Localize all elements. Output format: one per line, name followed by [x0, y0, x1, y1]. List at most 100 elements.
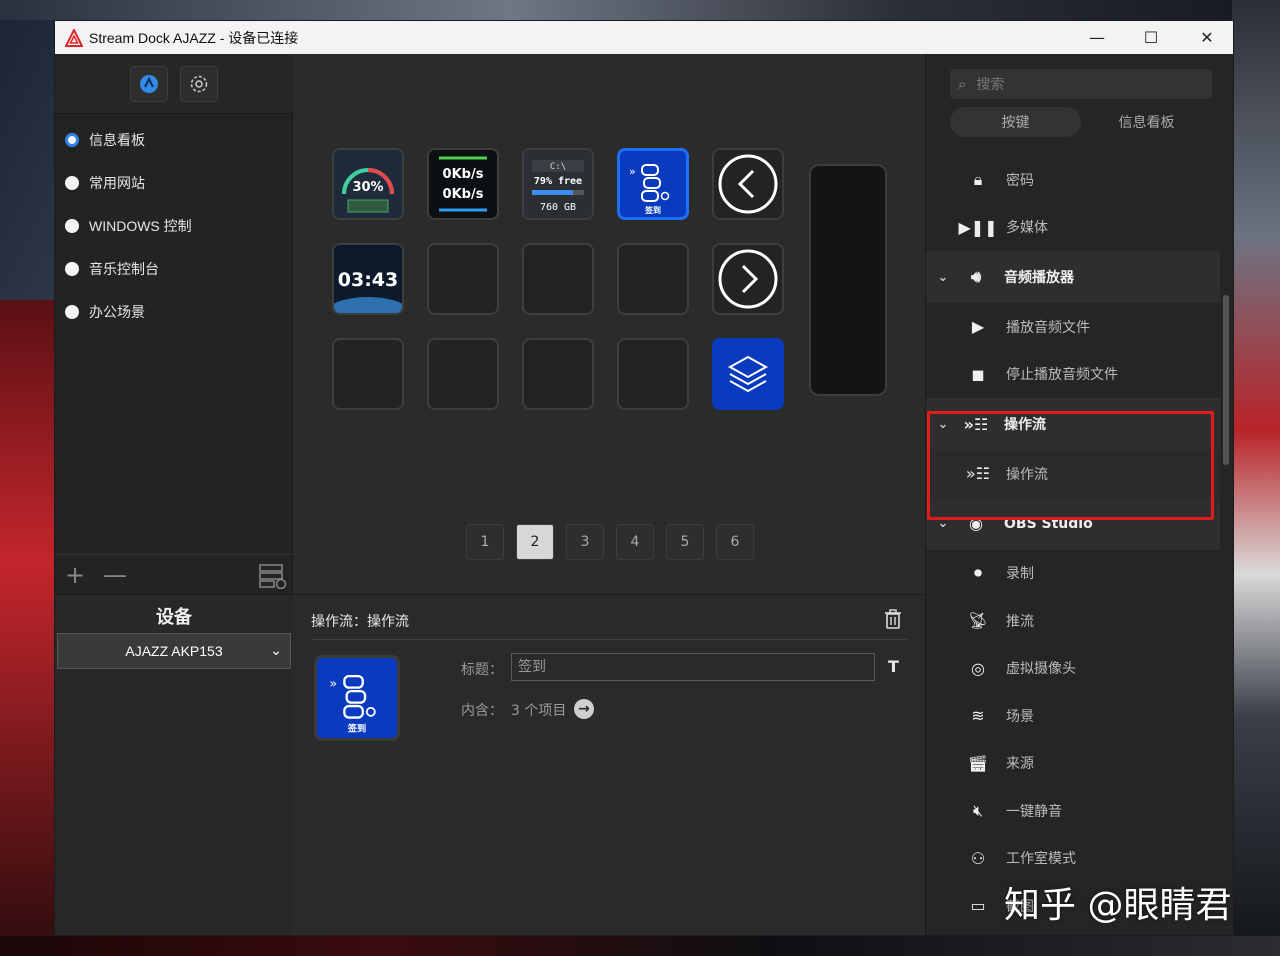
action-label: 停止播放音频文件 [1006, 367, 1118, 384]
chevron-down-icon: ⌄ [937, 416, 949, 432]
action-stop-audio-file[interactable]: ◼ 停止播放音频文件 [926, 351, 1220, 399]
action-label: 工作室模式 [1006, 851, 1076, 868]
title-bar[interactable]: Stream Dock AJAZZ - 设备已连接 — ☐ ✕ [55, 21, 1233, 54]
side-display-key[interactable] [809, 164, 887, 396]
key-layers[interactable] [712, 338, 784, 410]
action-scene[interactable]: ≋ 场景 [926, 692, 1220, 740]
key-empty[interactable] [617, 243, 689, 315]
chevron-left-icon [718, 154, 778, 214]
play-circle-icon: ▶ [971, 317, 985, 337]
key-previous-page[interactable] [712, 148, 784, 220]
device-section: 设备 AJAZZ AKP153 ⌄ [55, 594, 293, 935]
add-profile-button[interactable]: + [55, 561, 95, 589]
screenshot-icon: ▭ [970, 896, 986, 916]
flow-caption: 签到 [644, 205, 661, 215]
page-button-5[interactable]: 5 [666, 524, 704, 560]
scrollbar[interactable] [1223, 295, 1229, 465]
key-network-speed[interactable]: 0Kb/s 0Kb/s [427, 148, 499, 220]
detail-header: 操作流：操作流 [311, 614, 409, 630]
minimize-button[interactable]: — [1069, 21, 1125, 54]
profile-label: WINDOWS 控制 [89, 217, 192, 234]
watermark: 知乎 @眼睛君 [1004, 885, 1232, 926]
title-input[interactable]: 签到 [511, 653, 875, 681]
maximize-button[interactable]: ☐ [1123, 21, 1179, 54]
action-mute[interactable]: 🔇︎ 一键静音 [926, 787, 1220, 835]
action-icon-preview[interactable]: » 签到 [314, 655, 400, 741]
action-label: 操作流 [1006, 466, 1048, 483]
action-flow[interactable]: »☷ 操作流 [926, 450, 1220, 498]
trash-icon[interactable] [884, 609, 902, 629]
left-toolbar [55, 54, 293, 114]
search-input[interactable]: ⌕ 搜索 [950, 69, 1212, 99]
page-button-3[interactable]: 3 [566, 524, 604, 560]
device-select-value: AJAZZ AKP153 [125, 643, 223, 659]
key-empty[interactable] [332, 338, 404, 410]
tab-keys[interactable]: 按键 [950, 107, 1081, 137]
profile-manager-icon[interactable] [259, 563, 287, 589]
action-studio-mode[interactable]: ⚇ 工作室模式 [926, 835, 1220, 883]
title-label: 标题： [461, 662, 503, 678]
key-empty[interactable] [427, 243, 499, 315]
search-placeholder: 搜索 [976, 77, 1005, 93]
key-disk-space[interactable]: C:\ 79% free 760 GB [522, 148, 594, 220]
key-clock[interactable]: 03:43 [332, 243, 404, 315]
tab-dashboard[interactable]: 信息看板 [1081, 107, 1212, 137]
page-button-4[interactable]: 4 [616, 524, 654, 560]
remove-profile-button[interactable]: — [95, 561, 135, 589]
radio-selected[interactable] [65, 132, 79, 147]
key-empty[interactable] [522, 338, 594, 410]
gear-icon [190, 75, 208, 93]
action-record[interactable]: ⏺ 录制 [926, 550, 1220, 598]
window-title: Stream Dock AJAZZ - 设备已连接 [89, 29, 299, 46]
device-title: 设备 [156, 607, 192, 628]
category-audio-player[interactable]: ⌄ 🔊︎ 音频播放器 [926, 251, 1220, 303]
play-pause-icon: ▶❚❚ [958, 217, 998, 237]
key-empty[interactable] [427, 338, 499, 410]
profile-item-windows-control[interactable]: WINDOWS 控制 [55, 204, 293, 247]
speaker-icon: 🔊︎ [970, 267, 982, 286]
chevron-right-icon [718, 249, 778, 309]
radio[interactable] [65, 218, 79, 233]
device-select[interactable]: AJAZZ AKP153 ⌄ [57, 633, 291, 669]
category-label: 音频播放器 [1004, 270, 1074, 286]
radio[interactable] [65, 261, 79, 276]
page-button-6[interactable]: 6 [716, 524, 754, 560]
action-label: 录制 [1006, 566, 1034, 583]
radio[interactable] [65, 304, 79, 319]
clock-time: 03:43 [338, 269, 398, 291]
key-cpu-gauge[interactable]: 30% [332, 148, 404, 220]
action-multimedia[interactable]: ▶❚❚ 多媒体 [926, 204, 1220, 252]
action-password[interactable]: 🔒︎ 密码 [926, 156, 1220, 204]
action-play-audio-file[interactable]: ▶ 播放音频文件 [926, 303, 1220, 351]
page-button-1[interactable]: 1 [466, 524, 504, 560]
key-empty[interactable] [522, 243, 594, 315]
stop-circle-icon: ◼ [971, 364, 985, 384]
text-format-icon[interactable]: T [888, 657, 899, 676]
close-button[interactable]: ✕ [1179, 21, 1233, 54]
profile-item-websites[interactable]: 常用网站 [55, 161, 293, 204]
profile-item-dashboard[interactable]: 信息看板 [55, 118, 293, 161]
record-icon: ⏺ [973, 563, 982, 583]
disk-icon: C:\ 79% free 760 GB [524, 150, 592, 218]
profile-item-office[interactable]: 办公场景 [55, 290, 293, 333]
store-button[interactable] [130, 66, 168, 102]
action-stream[interactable]: 📡︎ 推流 [926, 597, 1220, 645]
action-label: 场景 [1006, 708, 1034, 725]
category-flow[interactable]: ⌄ »☷ 操作流 [926, 398, 1220, 450]
radio[interactable] [65, 175, 79, 190]
key-flow-checkin[interactable]: » 签到 [617, 148, 689, 220]
profile-item-music-console[interactable]: 音乐控制台 [55, 247, 293, 290]
profile-panel: 信息看板 常用网站 WINDOWS 控制 音乐控制台 办公场景 + — 设备 A… [55, 54, 293, 935]
page-button-2[interactable]: 2 [516, 524, 554, 560]
key-empty[interactable] [617, 338, 689, 410]
arrow-right-icon[interactable]: → [574, 699, 594, 719]
key-next-page[interactable] [712, 243, 784, 315]
action-virtual-camera[interactable]: ◎ 虚拟摄像头 [926, 645, 1220, 693]
app-logo-icon [65, 28, 83, 47]
category-obs-studio[interactable]: ⌄ ◉ OBS Studio [926, 497, 1220, 550]
action-source[interactable]: 🎬︎ 来源 [926, 740, 1220, 788]
svg-text:»: » [329, 676, 337, 691]
settings-button[interactable] [180, 66, 218, 102]
store-icon [140, 75, 158, 93]
contains-label: 内含： [461, 703, 503, 719]
